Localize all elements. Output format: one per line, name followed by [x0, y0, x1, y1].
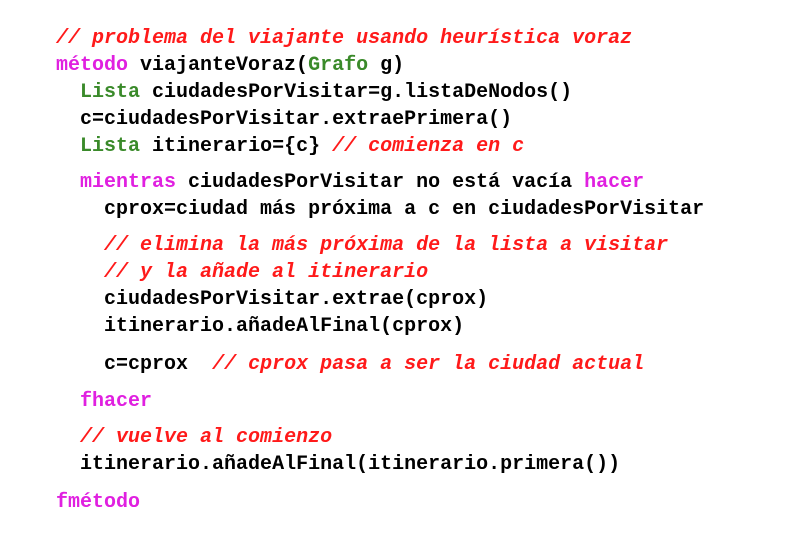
code-line-12: c=cprox // cprox pasa a ser la ciudad ac… — [8, 329, 644, 376]
code-line-8: // elimina la más próxima de la lista a … — [8, 210, 668, 257]
code-line-5: Lista itinerario={c} // comienza en c — [8, 111, 524, 158]
comment: // cprox pasa a ser la ciudad actual — [212, 353, 645, 376]
code-line-7: cprox=ciudad más próxima a c en ciudades… — [8, 174, 704, 221]
code-line-3: Lista ciudadesPorVisitar=g.listaDeNodos(… — [8, 57, 572, 104]
code-line-14: // vuelve al comienzo — [8, 402, 332, 449]
statement: itinerario.añadeAlFinal(itinerario.prime… — [80, 453, 621, 476]
code-line-2: método viajanteVoraz(Grafo g) — [8, 30, 404, 77]
code-line-15: itinerario.añadeAlFinal(itinerario.prime… — [8, 429, 620, 476]
code-line-4: c=ciudadesPorVisitar.extraePrimera() — [8, 84, 512, 131]
code-listing: // problema del viajante usando heurísti… — [0, 0, 799, 514]
code-line-6: mientras ciudadesPorVisitar no está vací… — [8, 147, 644, 194]
code-line-11: itinerario.añadeAlFinal(cprox) — [8, 291, 464, 338]
code-line-10: ciudadesPorVisitar.extrae(cprox) — [8, 264, 488, 311]
code-line-9: // y la añade al itinerario — [8, 237, 428, 284]
code-line-13: fhacer — [8, 366, 152, 413]
code-line-16: fmétodo — [8, 467, 140, 514]
code-line-1: // problema del viajante usando heurísti… — [8, 3, 632, 50]
